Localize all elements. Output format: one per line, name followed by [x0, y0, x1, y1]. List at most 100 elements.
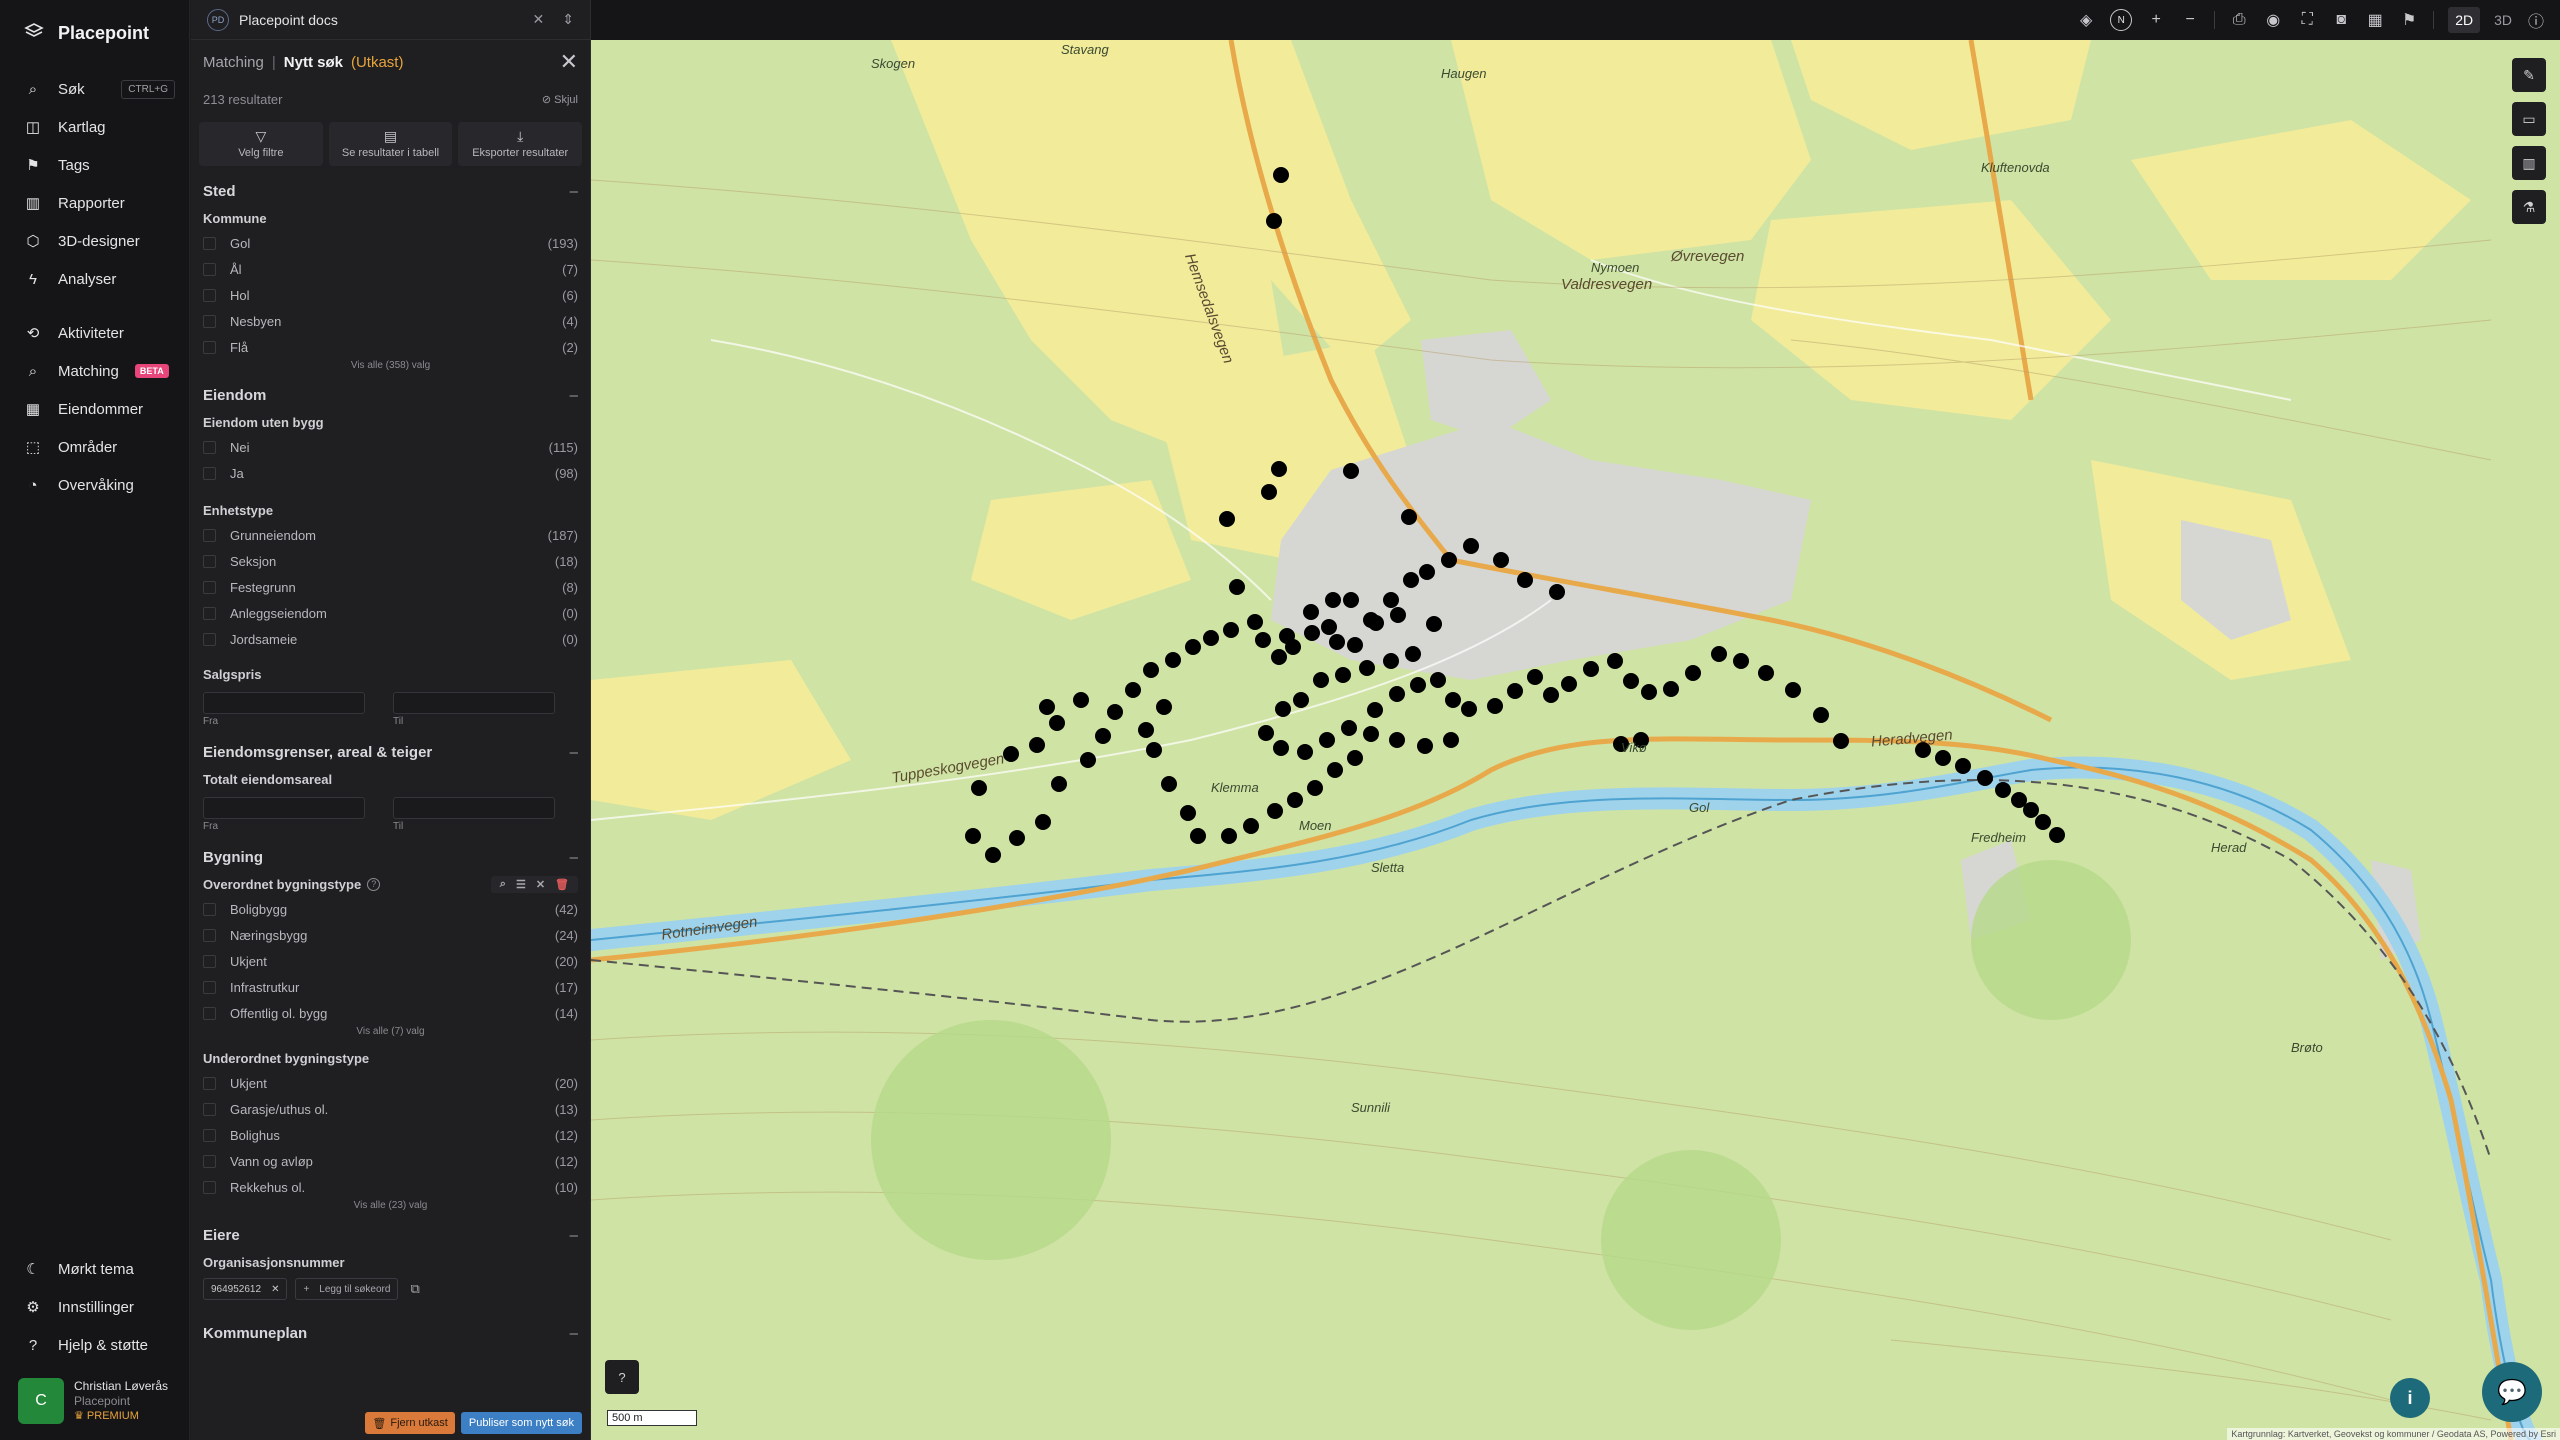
- info-icon[interactable]: ⓘ: [2526, 8, 2546, 32]
- result-marker[interactable]: [1203, 630, 1219, 646]
- result-marker[interactable]: [1493, 552, 1509, 568]
- checkbox[interactable]: [203, 236, 216, 250]
- mode-3d-button[interactable]: 3D: [2494, 12, 2512, 28]
- filter-option[interactable]: Vann og avløp (12): [191, 1148, 590, 1174]
- result-marker[interactable]: [1955, 758, 1971, 774]
- result-marker[interactable]: [1527, 669, 1543, 685]
- nav-item-innstillinger[interactable]: ⚙ Innstillinger: [0, 1288, 189, 1326]
- chat-button[interactable]: 💬: [2482, 1362, 2542, 1422]
- filter-option[interactable]: Nesbyen (4): [191, 308, 590, 334]
- trash-icon[interactable]: 🗑: [552, 878, 572, 891]
- areal-to-input[interactable]: [393, 797, 555, 819]
- zoom-in-icon[interactable]: +: [2146, 11, 2166, 29]
- result-marker[interactable]: [1325, 592, 1341, 608]
- checkbox[interactable]: [203, 902, 216, 916]
- filter-option[interactable]: Boligbygg (42): [191, 896, 590, 922]
- result-marker[interactable]: [1219, 511, 1235, 527]
- filter-option[interactable]: Grunneiendom (187): [191, 522, 590, 548]
- result-marker[interactable]: [1307, 780, 1323, 796]
- result-marker[interactable]: [1266, 213, 1282, 229]
- result-marker[interactable]: [1229, 579, 1245, 595]
- checkbox[interactable]: [203, 288, 216, 302]
- result-marker[interactable]: [1327, 762, 1343, 778]
- result-marker[interactable]: [1190, 828, 1206, 844]
- checkbox[interactable]: [203, 928, 216, 942]
- filter-option[interactable]: Ål (7): [191, 256, 590, 282]
- collapse-icon[interactable]: –: [570, 849, 578, 866]
- result-marker[interactable]: [1185, 639, 1201, 655]
- result-marker[interactable]: [1258, 725, 1274, 741]
- nav-item-aktiviteter[interactable]: ⟲ Aktiviteter: [0, 314, 189, 352]
- remove-icon[interactable]: ✕: [271, 1284, 279, 1295]
- result-marker[interactable]: [1995, 782, 2011, 798]
- clear-icon[interactable]: ✕: [533, 878, 548, 891]
- result-marker[interactable]: [1426, 616, 1442, 632]
- filter-option[interactable]: Offentlig ol. bygg (14): [191, 1000, 590, 1026]
- nav-item-analyser[interactable]: ϟ Analyser: [0, 260, 189, 298]
- result-marker[interactable]: [1430, 672, 1446, 688]
- checkbox[interactable]: [203, 1154, 216, 1168]
- checkbox[interactable]: [203, 580, 216, 594]
- filter-option[interactable]: Festegrunn (8): [191, 574, 590, 600]
- checkbox[interactable]: [203, 1128, 216, 1142]
- collapse-icon[interactable]: –: [570, 183, 578, 200]
- result-marker[interactable]: [1287, 792, 1303, 808]
- view-table-button[interactable]: ▤ Se resultater i tabell: [328, 122, 453, 166]
- result-marker[interactable]: [1623, 673, 1639, 689]
- section-eiere[interactable]: Eiere –: [191, 1220, 590, 1250]
- checkbox[interactable]: [203, 980, 216, 994]
- salgspris-to-input[interactable]: [393, 692, 555, 714]
- result-marker[interactable]: [1389, 686, 1405, 702]
- filter-option[interactable]: Ukjent (20): [191, 1070, 590, 1096]
- map-tool-measure[interactable]: ▭: [2512, 102, 2546, 136]
- camera-icon[interactable]: ◙: [2331, 11, 2351, 29]
- result-marker[interactable]: [1347, 750, 1363, 766]
- result-marker[interactable]: [1279, 628, 1295, 644]
- map-tool-chart[interactable]: ▥: [2512, 146, 2546, 180]
- result-marker[interactable]: [1146, 742, 1162, 758]
- result-marker[interactable]: [1359, 660, 1375, 676]
- view-all-underordnet[interactable]: Vis alle (23) valg: [191, 1200, 590, 1220]
- checkbox[interactable]: [203, 554, 216, 568]
- layers-stack-icon[interactable]: ◈: [2076, 10, 2096, 30]
- result-marker[interactable]: [1383, 653, 1399, 669]
- result-marker[interactable]: [1549, 584, 1565, 600]
- result-marker[interactable]: [1833, 733, 1849, 749]
- list-icon[interactable]: ☰: [513, 878, 529, 891]
- result-marker[interactable]: [1223, 622, 1239, 638]
- nav-item-eiendommer[interactable]: ▦ Eiendommer: [0, 390, 189, 428]
- collapse-icon[interactable]: –: [570, 1227, 578, 1244]
- result-marker[interactable]: [1517, 572, 1533, 588]
- filter-option[interactable]: Flå (2): [191, 334, 590, 360]
- result-marker[interactable]: [1321, 619, 1337, 635]
- result-marker[interactable]: [1221, 828, 1237, 844]
- result-marker[interactable]: [1561, 676, 1577, 692]
- result-marker[interactable]: [1003, 746, 1019, 762]
- info-button[interactable]: i: [2390, 1378, 2430, 1418]
- result-marker[interactable]: [1383, 592, 1399, 608]
- result-marker[interactable]: [1271, 649, 1287, 665]
- result-marker[interactable]: [1711, 646, 1727, 662]
- result-marker[interactable]: [1405, 646, 1421, 662]
- nav-item-tags[interactable]: ⚑ Tags: [0, 146, 189, 184]
- bookmark-icon[interactable]: ⚑: [2399, 10, 2419, 30]
- chevron-updown-icon[interactable]: ⇕: [562, 11, 574, 28]
- checkbox[interactable]: [203, 1006, 216, 1020]
- result-marker[interactable]: [1303, 604, 1319, 620]
- result-marker[interactable]: [1271, 461, 1287, 477]
- result-marker[interactable]: [1297, 744, 1313, 760]
- nav-item-områder[interactable]: ⬚ Områder: [0, 428, 189, 466]
- search-icon[interactable]: ⌕: [497, 878, 509, 891]
- filter-option[interactable]: Jordsameie (0): [191, 626, 590, 652]
- result-marker[interactable]: [1180, 805, 1196, 821]
- result-marker[interactable]: [971, 780, 987, 796]
- result-marker[interactable]: [1410, 677, 1426, 693]
- result-marker[interactable]: [1461, 701, 1477, 717]
- result-marker[interactable]: [1275, 701, 1291, 717]
- result-marker[interactable]: [1441, 552, 1457, 568]
- fullscreen-icon[interactable]: ⛶: [2297, 11, 2317, 29]
- help-icon[interactable]: ?: [367, 877, 381, 891]
- result-marker[interactable]: [1313, 672, 1329, 688]
- map-help-button[interactable]: ?: [605, 1360, 639, 1394]
- nav-item-kartlag[interactable]: ◫ Kartlag: [0, 108, 189, 146]
